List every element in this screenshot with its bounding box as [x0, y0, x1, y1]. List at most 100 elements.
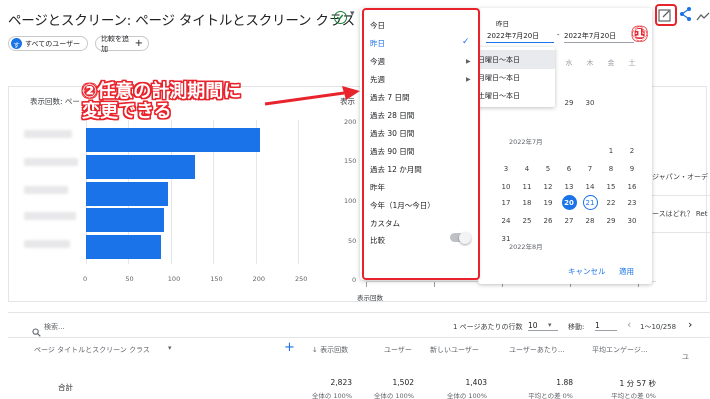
segment-chip-label: すべてのユーザー — [25, 39, 81, 48]
title-dropdown-icon[interactable]: ▾ — [350, 9, 355, 19]
add-comparison-button[interactable]: 比較を追加 + — [95, 34, 149, 53]
total-new-users: 1,403 — [465, 378, 487, 387]
date-separator: - — [557, 31, 560, 39]
total-new-users-share: 全体の 100% — [446, 392, 487, 399]
day-cell[interactable]: 13 — [562, 183, 576, 191]
day-cell[interactable]: 15 — [604, 183, 618, 191]
month-label-july: 2022年7月 — [509, 138, 543, 146]
chart-bar[interactable] — [86, 128, 260, 152]
add-column-icon[interactable]: + — [284, 340, 295, 355]
date-range-label: 昨日 — [496, 20, 509, 28]
month-label-august: 2022年8月 — [509, 243, 543, 251]
column-header-avg-engagement[interactable]: 平均エンゲージ... — [592, 345, 648, 355]
column-header-truncated[interactable]: ユ — [682, 352, 689, 362]
day-cell[interactable]: 8 — [604, 165, 618, 173]
day-cell[interactable]: 30 — [583, 99, 597, 107]
day-cell[interactable]: 29 — [562, 99, 576, 107]
y-tick: 200 — [344, 118, 357, 126]
submenu-item-saturday-today[interactable]: 土曜日〜本日 — [470, 86, 555, 105]
day-cell[interactable]: 24 — [499, 217, 513, 225]
goto-page-input[interactable]: 1 — [595, 321, 617, 331]
segment-chip-all-users[interactable]: す すべてのユーザー — [8, 36, 88, 51]
table-header-divider — [8, 337, 710, 338]
legend-divider — [652, 195, 710, 196]
day-cell[interactable]: 28 — [583, 217, 597, 225]
x-tick-label: 100 — [167, 275, 181, 283]
chart-bar[interactable] — [86, 155, 195, 179]
category-label-blurred — [24, 240, 70, 248]
legend-item: ースはどれ？ Ret — [652, 210, 708, 218]
table-divider-top — [8, 312, 710, 313]
day-cell[interactable]: 27 — [562, 217, 576, 225]
rows-per-page-select[interactable]: 10 — [528, 321, 558, 331]
day-cell[interactable]: 20 — [562, 199, 576, 207]
day-cell[interactable]: 12 — [541, 183, 555, 191]
day-cell[interactable]: 19 — [541, 199, 555, 207]
day-cell[interactable]: 3 — [499, 165, 513, 173]
weekday-header: 水 — [565, 59, 573, 67]
week-submenu: 日曜日〜本日 月曜日〜本日 土曜日〜本日 — [470, 47, 555, 107]
annotation-box-dropdown — [362, 8, 480, 280]
gridline — [298, 120, 299, 264]
day-cell[interactable]: 17 — [499, 199, 513, 207]
legend-divider — [652, 232, 710, 233]
day-cell[interactable]: 11 — [520, 183, 534, 191]
x-tick-label: 150 — [210, 275, 223, 283]
next-page-icon[interactable]: › — [688, 318, 692, 331]
chart-bar[interactable] — [86, 208, 165, 232]
day-cell[interactable]: 9 — [625, 165, 639, 173]
day-cell[interactable]: 7 — [583, 165, 597, 173]
y-tick: 0 — [352, 276, 357, 284]
total-users: 1,502 — [392, 378, 414, 387]
column-dropdown-icon[interactable]: ▾ — [168, 344, 172, 352]
table-search-input[interactable]: 検索... — [44, 322, 65, 332]
day-cell[interactable]: 26 — [541, 217, 555, 225]
day-cell[interactable]: 30 — [625, 217, 639, 225]
submenu-item-monday-today[interactable]: 月曜日〜本日 — [470, 68, 555, 87]
total-row-label: 合計 — [58, 383, 73, 392]
day-cell[interactable]: 5 — [541, 165, 555, 173]
insights-icon[interactable] — [696, 8, 710, 21]
legend-item: ジャパン・オーデ — [652, 173, 708, 181]
x-tick-label: 250 — [295, 275, 308, 283]
day-cell[interactable]: 16 — [625, 183, 639, 191]
day-cell[interactable]: 6 — [562, 165, 576, 173]
column-header-users[interactable]: ユーザー — [384, 345, 412, 355]
submenu-item-sunday-today[interactable]: 日曜日〜本日 — [470, 50, 555, 69]
day-cell[interactable]: 14 — [583, 183, 597, 191]
column-header-views-per-user[interactable]: ユーザーあたり... — [509, 345, 565, 355]
y-tick: 150 — [344, 157, 357, 165]
day-cell[interactable]: 18 — [520, 199, 534, 207]
day-cell[interactable]: 21 — [583, 199, 597, 207]
cancel-button[interactable]: キャンセル — [568, 266, 606, 277]
day-cell[interactable]: 1 — [604, 147, 618, 155]
x-tick-label: 0 — [83, 275, 88, 283]
prev-page-icon[interactable]: ‹ — [627, 318, 631, 331]
day-cell[interactable]: 4 — [520, 165, 534, 173]
chart-bar[interactable] — [86, 182, 169, 206]
chart-bar[interactable] — [86, 235, 162, 259]
start-date-input[interactable]: 2022年7月20日 — [486, 31, 554, 43]
x-tick-label: 200 — [252, 275, 266, 283]
total-users-share: 全体の 100% — [373, 392, 414, 399]
day-cell[interactable]: 25 — [520, 217, 534, 225]
end-date-input[interactable]: 2022年7月20日 — [564, 31, 634, 43]
weekday-header: 土 — [628, 59, 636, 67]
annotation-box-edit-icon — [655, 4, 677, 26]
column-header-views-label: 表示回数 — [320, 346, 349, 354]
day-cell[interactable]: 29 — [604, 217, 618, 225]
chart-right-axis-label: 表示回数 — [357, 294, 383, 302]
plus-icon: + — [134, 37, 143, 49]
column-header-page-title[interactable]: ページ タイトルとスクリーン クラス — [34, 345, 150, 355]
column-header-new-users[interactable]: 新しいユーザー — [430, 345, 479, 355]
day-cell[interactable]: 23 — [625, 199, 639, 207]
column-header-views[interactable]: ↓ 表示回数 — [312, 345, 348, 355]
total-views: 2,823 — [330, 378, 352, 387]
day-cell[interactable]: 10 — [499, 183, 513, 191]
share-icon[interactable] — [679, 6, 693, 22]
total-avg-engagement: 1 分 57 秒 — [619, 379, 656, 388]
day-cell[interactable]: 22 — [604, 199, 618, 207]
apply-button[interactable]: 適用 — [619, 266, 634, 277]
add-comparison-label: 比較を追加 — [101, 34, 129, 53]
day-cell[interactable]: 2 — [625, 147, 639, 155]
